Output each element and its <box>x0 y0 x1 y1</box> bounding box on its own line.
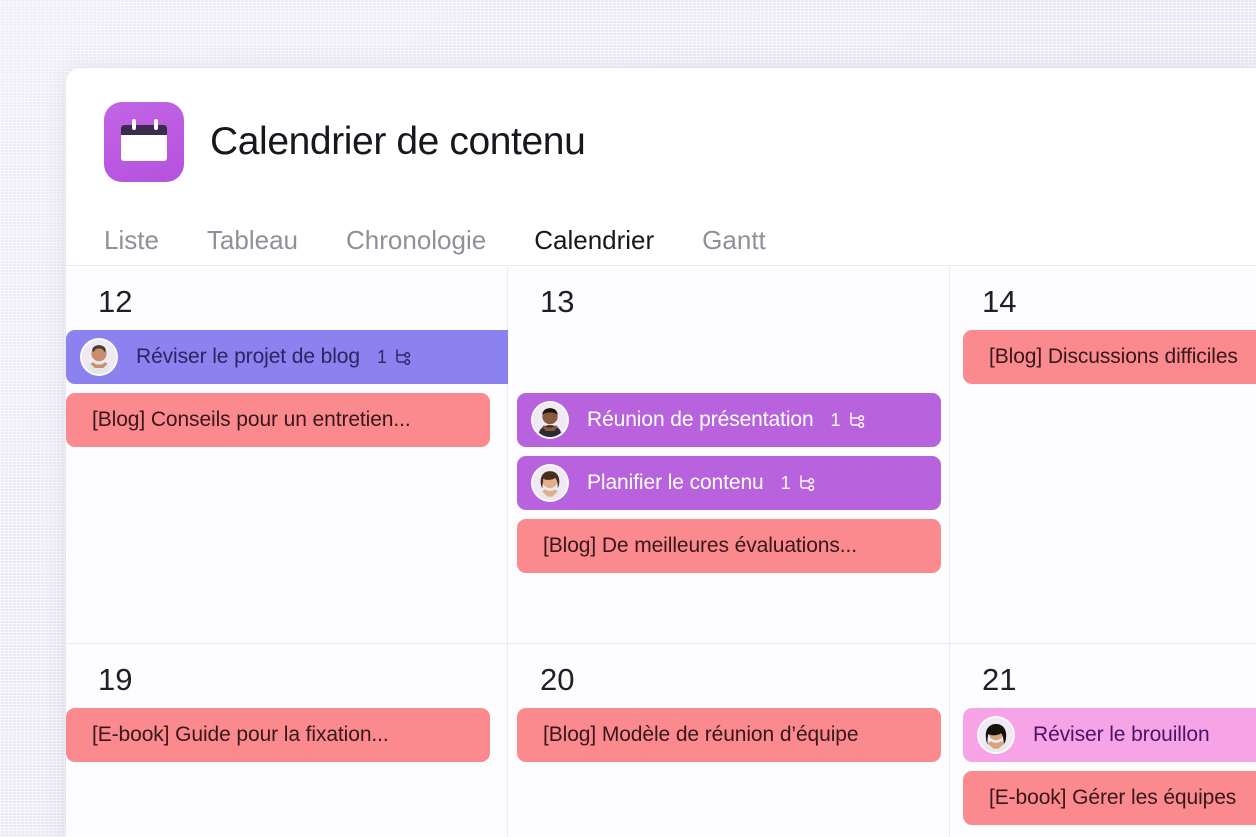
event-card[interactable]: Planifier le contenu 1 <box>517 456 941 510</box>
subtask-count: 1 <box>781 473 816 494</box>
calendar-day-cell[interactable]: 21 Réviser le brouillon [E-book] Gérer l… <box>950 644 1256 837</box>
event-card[interactable]: Réunion de présentation 1 <box>517 393 941 447</box>
event-title: [E-book] Guide pour la fixation... <box>92 723 389 746</box>
panel-header: Calendrier de contenu Liste Tableau Chro… <box>66 68 1256 275</box>
day-events: [E-book] Guide pour la fixation... <box>66 708 507 762</box>
avatar <box>80 338 118 376</box>
event-title: Réviser le brouillon <box>1033 723 1210 746</box>
calendar-icon-ring-left <box>132 119 136 130</box>
event-title: [E-book] Gérer les équipes <box>989 786 1237 809</box>
event-title: [Blog] Conseils pour un entretien... <box>92 408 411 431</box>
day-number: 12 <box>98 284 133 319</box>
subtask-count: 1 <box>377 347 412 368</box>
subtask-count: 1 <box>831 410 866 431</box>
calendar-icon-ring-right <box>154 119 158 130</box>
subtask-branch-icon <box>849 412 864 428</box>
event-title: Réviser le projet de blog <box>136 345 360 368</box>
app-panel: Calendrier de contenu Liste Tableau Chro… <box>66 68 1256 837</box>
title-row: Calendrier de contenu <box>104 102 1256 182</box>
day-events: Réviser le brouillon [E-book] Gérer les … <box>950 708 1256 825</box>
day-events: Réunion de présentation 1 Planifier le c… <box>508 330 949 573</box>
calendar-icon <box>104 102 184 182</box>
multiday-bar-spacer <box>508 330 949 393</box>
calendar-day-cell[interactable]: 20 [Blog] Modèle de réunion d’équipe <box>508 644 950 837</box>
day-events: Réviser le projet de blog 1 [Blog] Conse… <box>66 330 939 447</box>
day-number: 20 <box>540 662 575 697</box>
event-title: Planifier le contenu <box>587 471 764 494</box>
subtask-count-value: 1 <box>780 472 791 493</box>
event-card[interactable]: [Blog] Discussions difficiles <box>963 330 1256 384</box>
event-title: [Blog] Modèle de réunion d’équipe <box>543 723 859 746</box>
calendar-week-row: 12 Réviser le projet de blog 1 [Blog] Co… <box>66 266 1256 644</box>
day-events: [Blog] Discussions difficiles <box>950 330 1256 384</box>
event-card[interactable]: [Blog] Modèle de réunion d’équipe <box>517 708 941 762</box>
event-title: Réunion de présentation <box>587 408 814 431</box>
event-card[interactable]: [Blog] Conseils pour un entretien... <box>66 393 490 447</box>
event-card[interactable]: [E-book] Gérer les équipes <box>963 771 1256 825</box>
subtask-count-value: 1 <box>830 409 841 430</box>
event-title: [Blog] Discussions difficiles <box>989 345 1238 368</box>
calendar-week-row: 19 [E-book] Guide pour la fixation... 20… <box>66 644 1256 837</box>
avatar <box>531 464 569 502</box>
calendar-grid: 12 Réviser le projet de blog 1 [Blog] Co… <box>66 265 1256 837</box>
calendar-day-cell[interactable]: 14 [Blog] Discussions difficiles <box>950 266 1256 643</box>
calendar-day-cell[interactable]: 19 [E-book] Guide pour la fixation... <box>66 644 508 837</box>
calendar-day-cell[interactable]: 13 Réunion de présentation 1 Planifier l… <box>508 266 950 643</box>
page-title: Calendrier de contenu <box>210 120 586 163</box>
subtask-count-value: 1 <box>376 346 387 367</box>
day-number: 21 <box>982 662 1017 697</box>
day-number: 14 <box>982 284 1017 319</box>
day-number: 19 <box>98 662 133 697</box>
calendar-day-cell[interactable]: 12 Réviser le projet de blog 1 [Blog] Co… <box>66 266 939 643</box>
subtask-branch-icon <box>396 349 411 365</box>
event-title: [Blog] De meilleures évaluations... <box>543 534 857 557</box>
event-card[interactable]: [Blog] De meilleures évaluations... <box>517 519 941 573</box>
avatar <box>977 716 1015 754</box>
event-card[interactable]: [E-book] Guide pour la fixation... <box>66 708 490 762</box>
subtask-branch-icon <box>799 475 814 491</box>
day-number: 13 <box>540 284 575 319</box>
day-events: [Blog] Modèle de réunion d’équipe <box>508 708 949 762</box>
event-card[interactable]: Réviser le brouillon <box>963 708 1256 762</box>
avatar <box>531 401 569 439</box>
calendar-icon-header <box>121 125 167 135</box>
